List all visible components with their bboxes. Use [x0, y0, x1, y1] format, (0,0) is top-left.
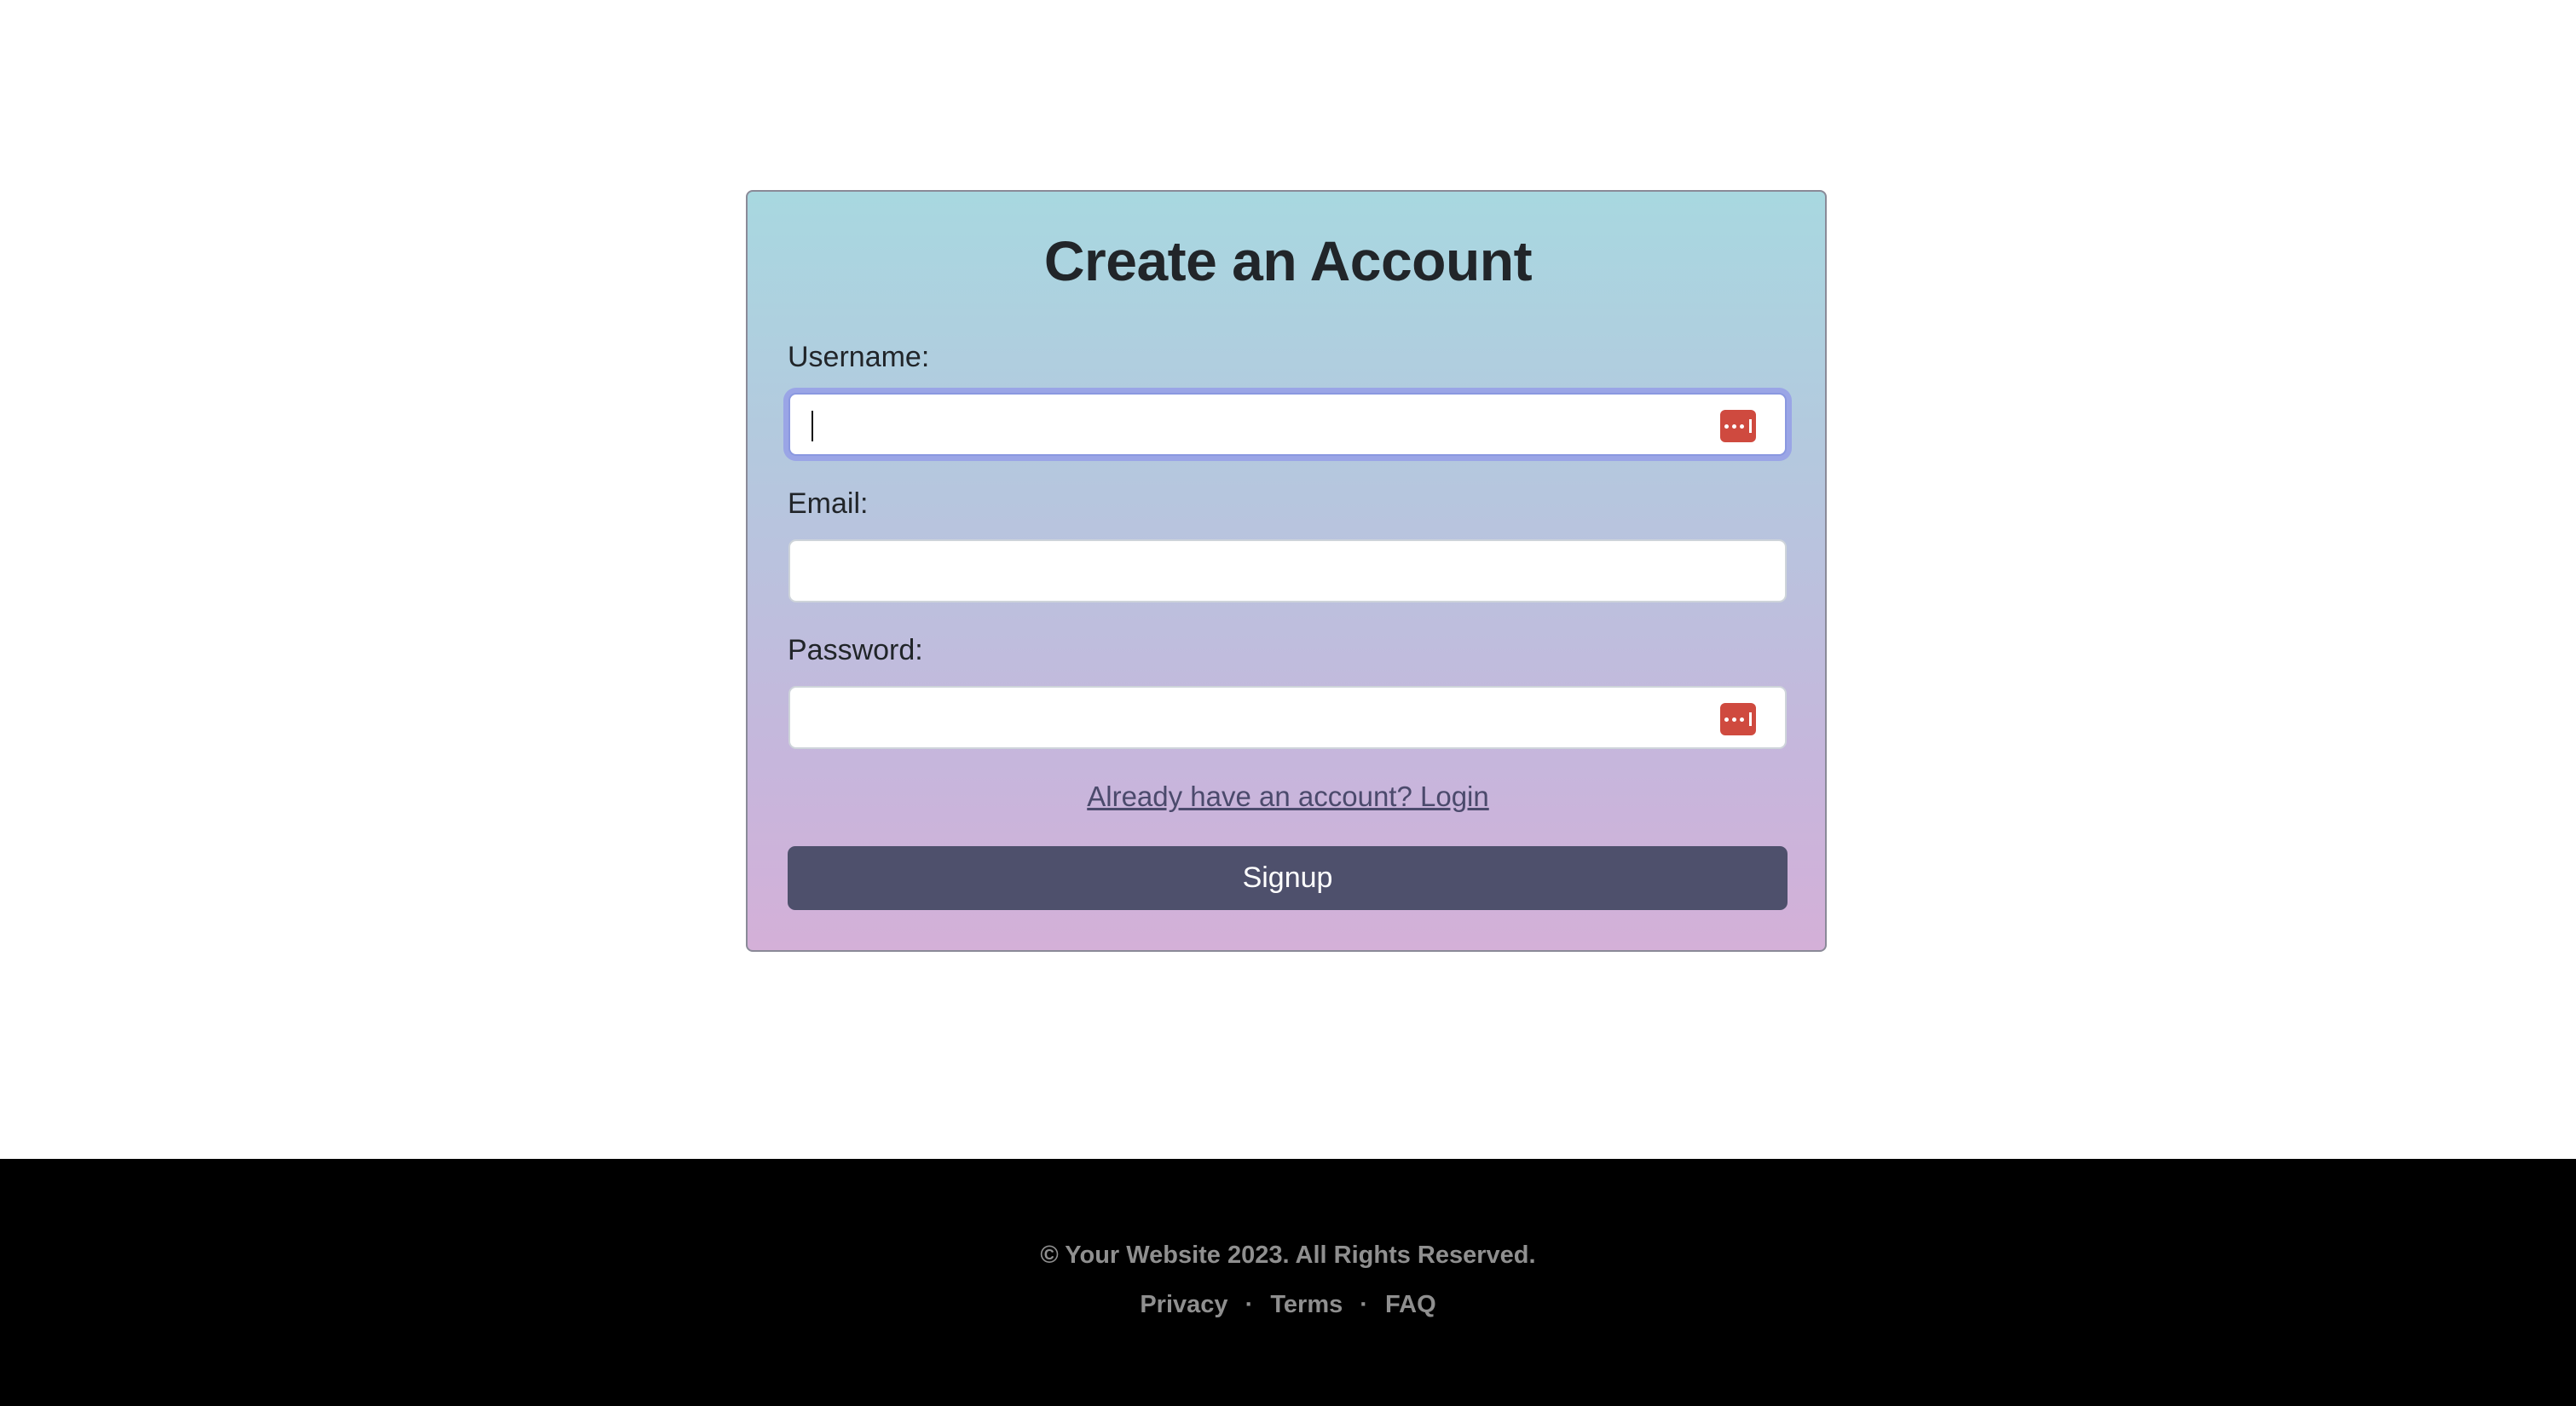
password-manager-icon[interactable] [1720, 410, 1756, 442]
footer-link-privacy[interactable]: Privacy [1140, 1291, 1227, 1318]
password-field[interactable] [788, 686, 1787, 749]
username-field[interactable] [788, 393, 1787, 456]
page: Create an Account Username: Email: Passw… [0, 0, 2576, 1406]
text-caret [811, 411, 813, 441]
footer-link-terms[interactable]: Terms [1270, 1291, 1343, 1318]
footer-link-faq[interactable]: FAQ [1385, 1291, 1436, 1318]
footer: © Your Website 2023. All Rights Reserved… [0, 1159, 2576, 1406]
signup-button[interactable]: Signup [788, 846, 1788, 910]
email-label: Email: [788, 487, 869, 520]
email-field[interactable] [788, 539, 1787, 602]
footer-separator: · [1360, 1291, 1368, 1318]
page-title: Create an Account [1043, 229, 1533, 292]
footer-separator: · [1245, 1291, 1254, 1318]
main-content: Create an Account Username: Email: Passw… [0, 0, 2576, 1159]
password-manager-icon[interactable] [1720, 703, 1756, 735]
footer-copyright: © Your Website 2023. All Rights Reserved… [1040, 1242, 1536, 1269]
username-label: Username: [788, 341, 930, 373]
password-label: Password: [788, 634, 923, 666]
footer-links: Privacy · Terms · FAQ [0, 1291, 2576, 1319]
login-link[interactable]: Already have an account? Login [1087, 781, 1489, 812]
login-link-container: Already have an account? Login [0, 781, 2576, 813]
